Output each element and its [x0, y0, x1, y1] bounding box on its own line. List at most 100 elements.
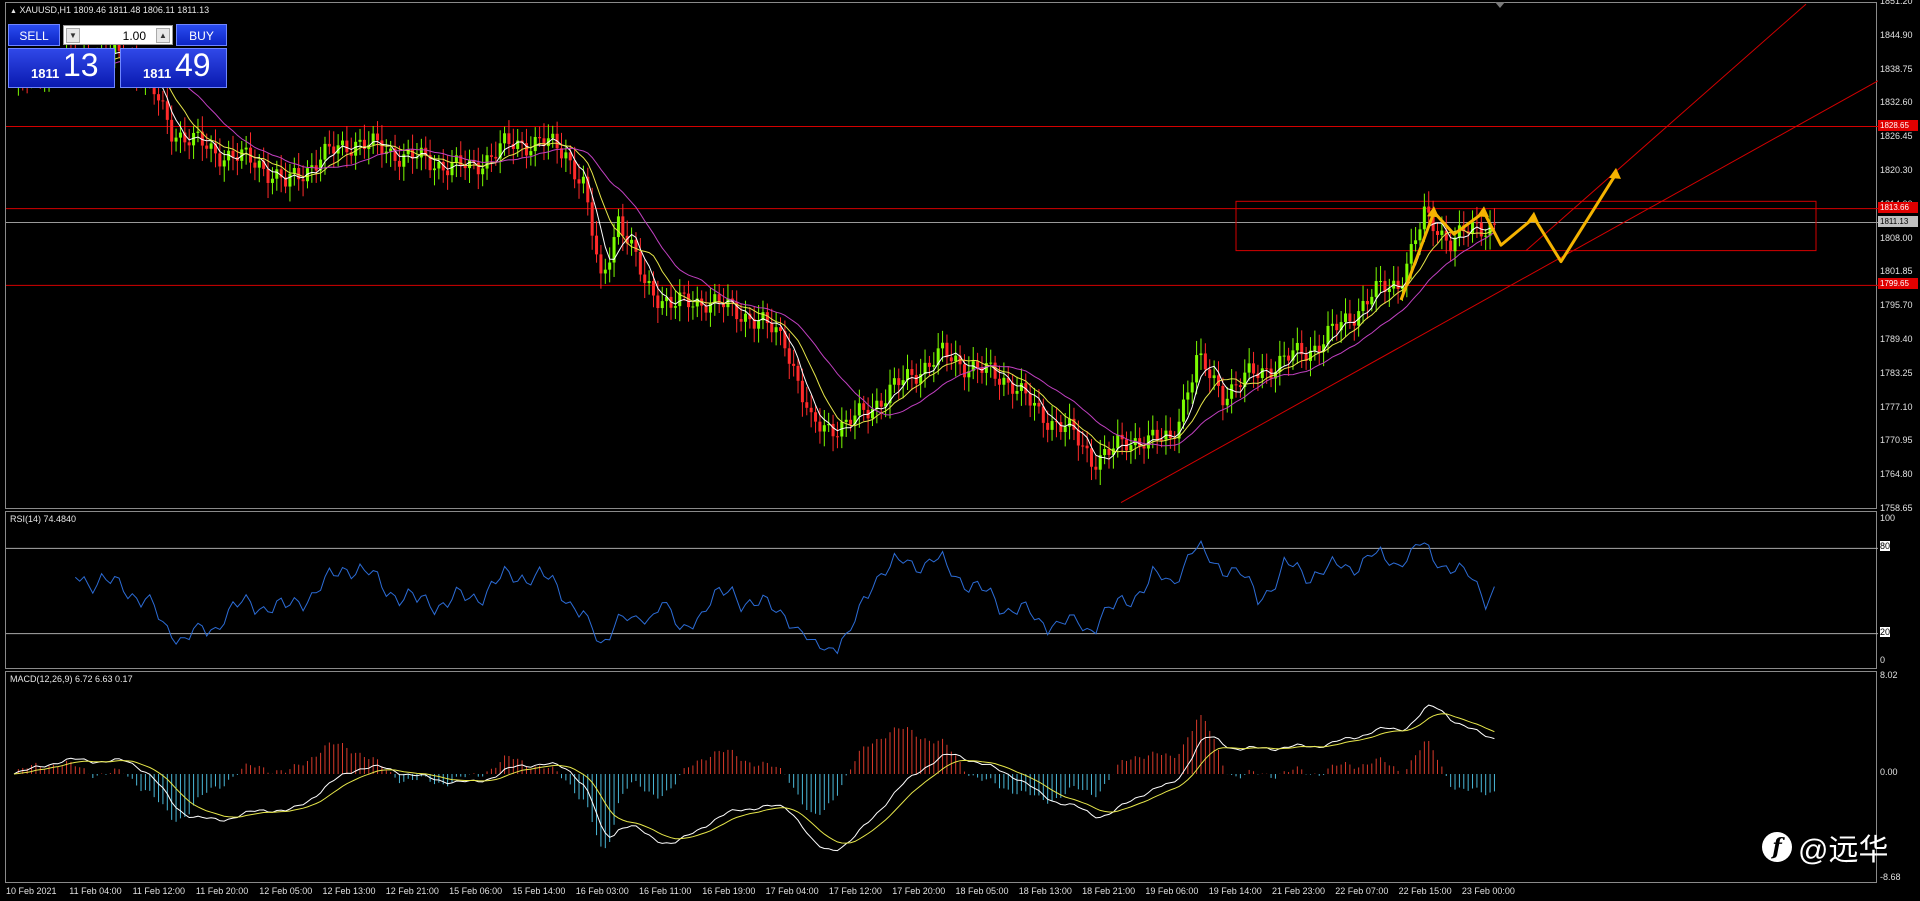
rsi-line: [74, 540, 1495, 655]
candle-body: [1199, 353, 1203, 356]
candle-body: [603, 269, 607, 274]
candle-body: [1238, 385, 1242, 388]
candle-body: [989, 362, 993, 364]
candle-body: [1068, 418, 1072, 427]
candle-body: [1409, 244, 1413, 264]
candle-body: [879, 400, 883, 407]
candle-body: [910, 369, 914, 375]
candle-body: [275, 169, 279, 179]
candle-body: [397, 160, 401, 167]
candle-body: [1295, 342, 1299, 351]
macd-canvas[interactable]: [6, 672, 1878, 884]
time-axis-label: 18 Feb 21:00: [1082, 886, 1136, 896]
sell-button[interactable]: SELL: [8, 24, 60, 46]
candle-body: [573, 160, 577, 180]
candle-body: [1019, 383, 1023, 391]
lot-increase-icon[interactable]: ▲: [156, 28, 170, 43]
time-axis-label: 15 Feb 14:00: [512, 886, 566, 896]
rsi-axis-label: 20: [1880, 626, 1891, 637]
rsi-pane[interactable]: RSI(14) 74.4840: [5, 511, 1878, 670]
buy-button[interactable]: BUY: [176, 24, 227, 46]
candle-body: [704, 305, 708, 313]
candle-body: [1089, 448, 1093, 467]
sell-price-quote[interactable]: 1811 13: [8, 47, 115, 88]
candle-body: [323, 143, 327, 160]
macd-label: MACD(12,26,9) 6.72 6.63 0.17: [10, 674, 133, 684]
candle-body: [1418, 229, 1422, 241]
time-axis-label: 21 Feb 23:00: [1272, 886, 1326, 896]
candle-body: [354, 141, 358, 156]
candle-body: [1361, 300, 1365, 312]
rsi-axis-label: 0: [1880, 655, 1886, 665]
lot-decrease-icon[interactable]: ▼: [66, 28, 80, 43]
candle-body: [998, 378, 1001, 385]
candle-body: [638, 251, 642, 275]
candle-body: [432, 168, 436, 171]
candle-body: [533, 136, 537, 152]
price-axis-label: 1801.85: [1880, 266, 1913, 277]
candle-body: [792, 363, 796, 366]
candle-body: [616, 216, 620, 238]
moving-average-line: [13, 51, 1495, 460]
candle-body: [805, 402, 809, 408]
rsi-axis-label: 100: [1880, 513, 1896, 523]
candle-body: [380, 140, 384, 155]
candle-body: [244, 147, 248, 150]
candle-body: [489, 155, 493, 157]
price-axis-label: 1808.00: [1880, 232, 1913, 243]
candle-body: [170, 119, 174, 142]
buy-price-pips: 49: [175, 47, 211, 83]
time-axis-label: 10 Feb 2021: [6, 886, 57, 896]
candle-body: [1142, 446, 1146, 449]
logo-mark-icon: f: [1762, 832, 1792, 862]
candle-body: [1085, 445, 1089, 449]
projection-arrowhead-icon: [1477, 206, 1489, 218]
time-axis-label: 17 Feb 04:00: [765, 886, 819, 896]
candle-body: [288, 173, 292, 187]
time-axis-label: 12 Feb 21:00: [385, 886, 439, 896]
candle-body: [1002, 377, 1006, 385]
macd-axis-label: -8.68: [1880, 872, 1901, 882]
lot-value[interactable]: 1.00: [123, 26, 146, 46]
candle-body: [345, 140, 349, 153]
time-axis-label: 19 Feb 06:00: [1145, 886, 1199, 896]
lot-size-input[interactable]: ▼ 1.00 ▲: [63, 25, 173, 45]
candle-body: [1046, 422, 1050, 430]
candle-body: [892, 378, 896, 385]
time-axis-label: 12 Feb 13:00: [322, 886, 376, 896]
candle-body: [494, 156, 498, 159]
candle-body: [222, 160, 226, 167]
candle-body: [205, 145, 209, 149]
candle-body: [954, 355, 958, 362]
price-axis-label: 1826.45: [1880, 131, 1913, 142]
candle-body: [1063, 426, 1067, 433]
candle-body: [581, 176, 585, 184]
candle-body: [1028, 393, 1032, 406]
candle-body: [1221, 385, 1225, 406]
candle-body: [1037, 402, 1041, 407]
price-chart-pane[interactable]: ▲ XAUUSD,H1 1809.46 1811.48 1806.11 1811…: [5, 2, 1878, 510]
candle-body: [599, 254, 603, 274]
candle-body: [1265, 368, 1269, 370]
trend-line-upper: [1525, 3, 1807, 251]
candle-body: [1116, 434, 1120, 449]
macd-pane[interactable]: MACD(12,26,9) 6.72 6.63 0.17: [5, 671, 1877, 883]
rsi-canvas[interactable]: [6, 512, 1878, 670]
candle-body: [1475, 222, 1479, 224]
candle-body: [1379, 281, 1383, 283]
price-chart-canvas[interactable]: [6, 3, 1878, 510]
time-axis-label: 16 Feb 19:00: [702, 886, 756, 896]
price-axis-label: 1820.30: [1880, 165, 1913, 175]
projection-arrowhead-icon: [1609, 167, 1621, 179]
chart-shift-marker-icon[interactable]: [1495, 2, 1505, 8]
candle-body: [419, 147, 423, 158]
candle-body: [1195, 355, 1199, 383]
buy-price-quote[interactable]: 1811 49: [120, 47, 227, 88]
candle-body: [857, 403, 861, 416]
candle-body: [643, 274, 647, 284]
candle-body: [529, 151, 533, 156]
candle-body: [1203, 353, 1207, 370]
time-axis-label: 18 Feb 05:00: [955, 886, 1009, 896]
candle-body: [1190, 382, 1194, 393]
candle-body: [1313, 345, 1317, 351]
